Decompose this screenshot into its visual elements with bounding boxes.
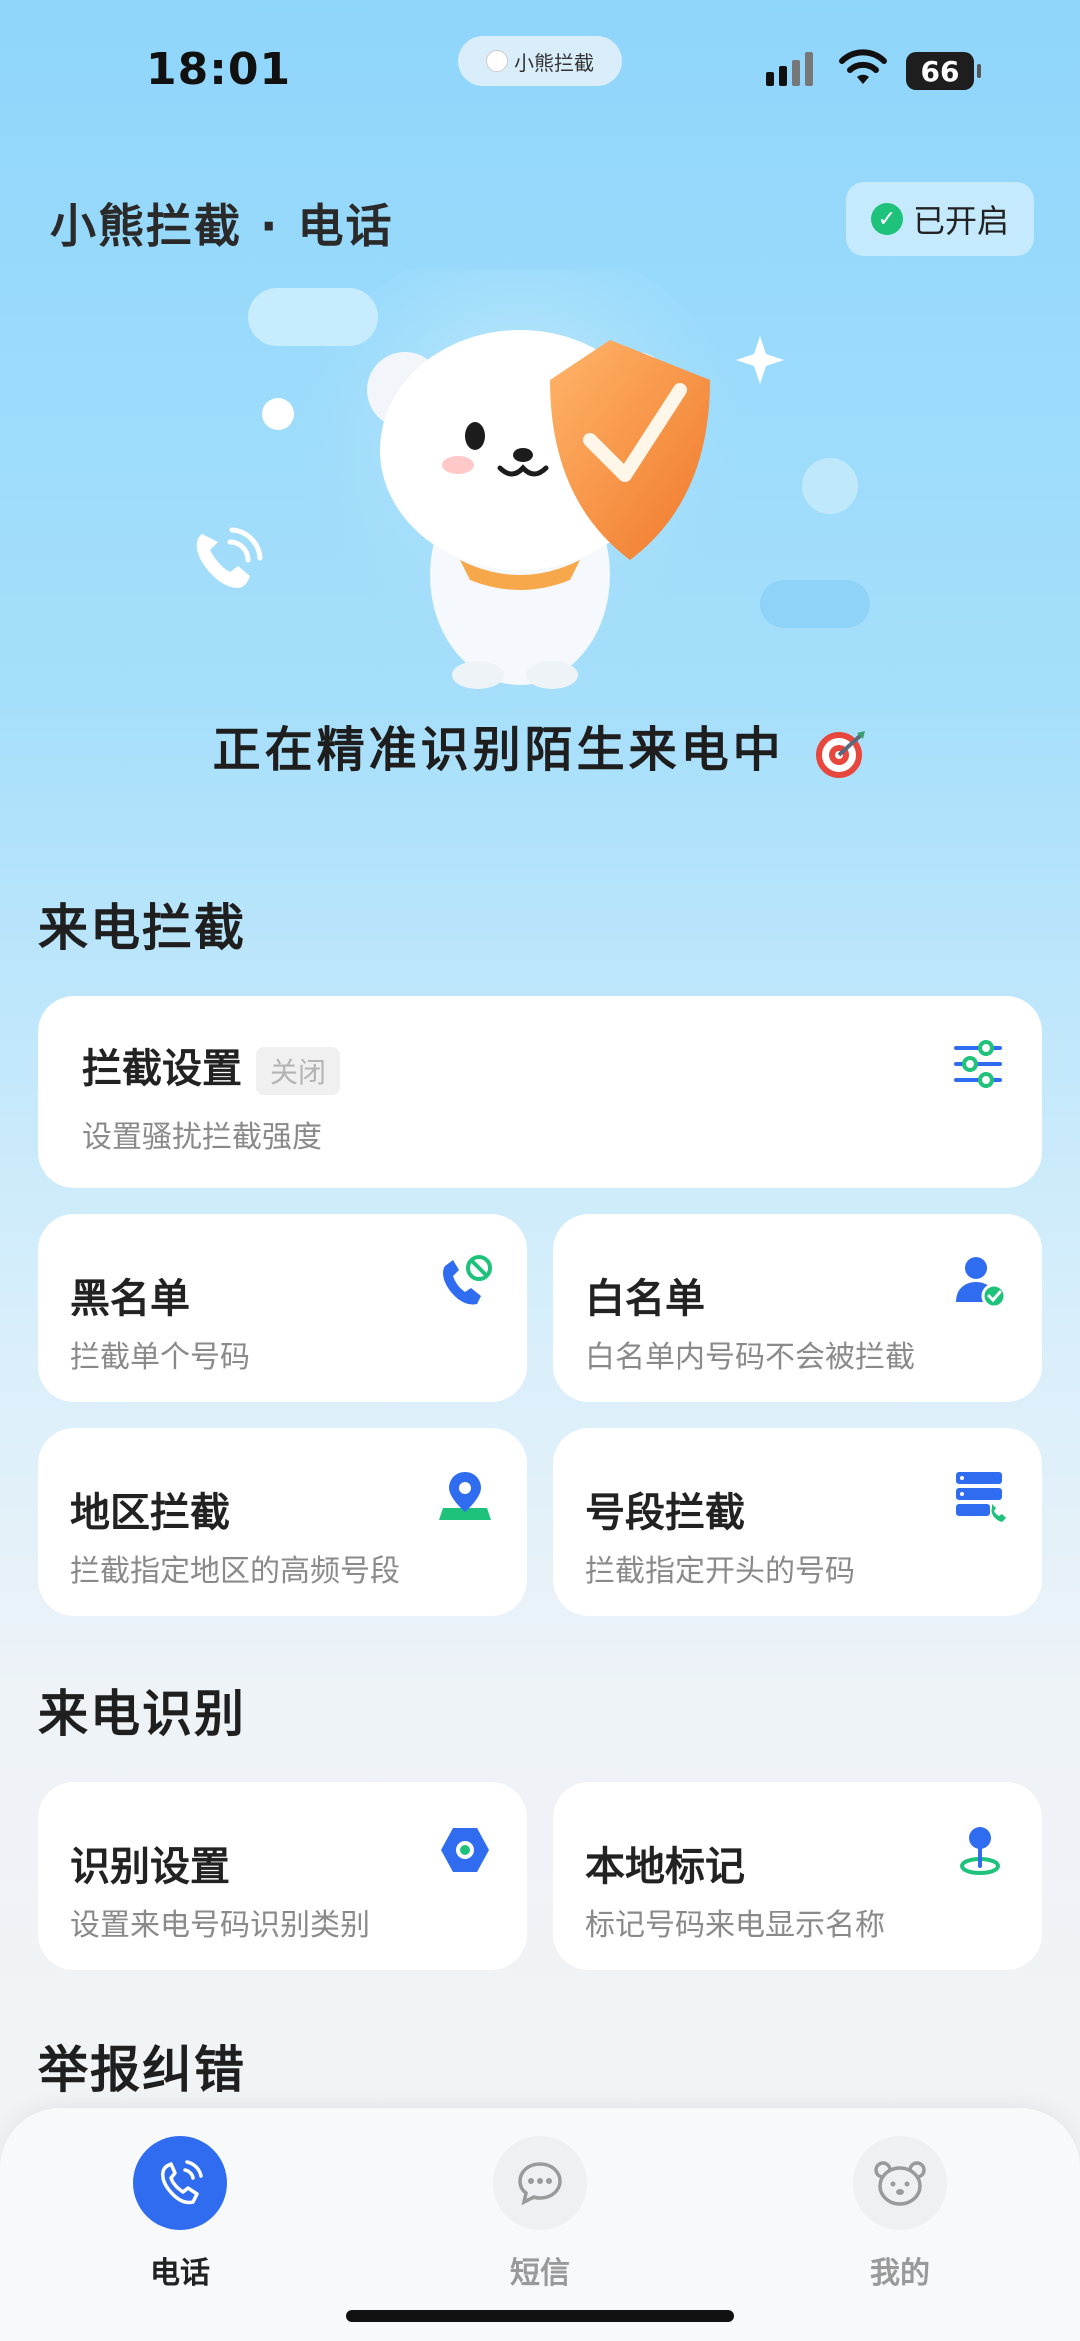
identify-settings-subtitle: 设置来电号码识别类别 bbox=[70, 1908, 370, 1943]
hexagon-icon bbox=[441, 1828, 489, 1872]
block-settings-card[interactable]: 拦截设置 关闭 设置骚扰拦截强度 bbox=[38, 996, 1042, 1188]
battery-indicator: 66 bbox=[906, 52, 981, 90]
message-icon bbox=[493, 2136, 587, 2230]
bear-shield-illustration bbox=[196, 270, 870, 690]
section-heading-report: 举报纠错 bbox=[38, 2041, 246, 2099]
block-settings-subtitle: 设置骚扰拦截强度 bbox=[82, 1120, 322, 1155]
block-settings-status-tag: 关闭 bbox=[256, 1047, 341, 1095]
cellular-signal-icon bbox=[766, 52, 813, 86]
scanning-status-message: 正在精准识别陌生来电中 bbox=[0, 710, 1080, 780]
map-marker-icon bbox=[960, 1827, 1000, 1875]
block-settings-title: 拦截设置 bbox=[82, 1046, 242, 1092]
local-mark-card[interactable]: 本地标记 标记号码来电显示名称 bbox=[553, 1782, 1042, 1970]
section-heading-call-block: 来电拦截 bbox=[38, 899, 246, 957]
tab-phone[interactable]: 电话 bbox=[80, 2136, 280, 2292]
bear-icon bbox=[853, 2136, 947, 2230]
identify-settings-title: 识别设置 bbox=[70, 1844, 230, 1890]
status-badge[interactable]: ✓ 已开启 bbox=[846, 182, 1034, 256]
tab-profile-label: 我的 bbox=[870, 2256, 930, 2291]
prefix-block-subtitle: 拦截指定开头的号码 bbox=[585, 1554, 855, 1589]
phone-block-icon bbox=[443, 1255, 492, 1305]
status-badge-label: 已开启 bbox=[912, 202, 1009, 240]
whitelist-subtitle: 白名单内号码不会被拦截 bbox=[585, 1340, 915, 1375]
section-heading-call-identify: 来电识别 bbox=[38, 1685, 246, 1743]
phone-icon bbox=[133, 2136, 227, 2230]
card-title-wrapper: 拦截设置 关闭 bbox=[82, 1036, 341, 1095]
whitelist-title: 白名单 bbox=[585, 1276, 705, 1322]
page-title: 小熊拦截 · 电话 bbox=[50, 199, 394, 253]
number-range-icon bbox=[956, 1472, 1006, 1522]
wifi-icon bbox=[839, 49, 887, 84]
tab-phone-label: 电话 bbox=[150, 2256, 210, 2291]
user-check-icon bbox=[956, 1257, 1007, 1309]
local-mark-subtitle: 标记号码来电显示名称 bbox=[585, 1908, 885, 1943]
whitelist-card[interactable]: 白名单 白名单内号码不会被拦截 bbox=[553, 1214, 1042, 1402]
status-time: 18:01 bbox=[146, 44, 292, 95]
home-indicator[interactable] bbox=[346, 2310, 734, 2322]
tab-profile[interactable]: 我的 bbox=[800, 2136, 1000, 2292]
region-block-title: 地区拦截 bbox=[70, 1490, 230, 1536]
bear-face-icon bbox=[486, 50, 508, 72]
blacklist-subtitle: 拦截单个号码 bbox=[70, 1340, 250, 1375]
sliders-icon bbox=[954, 1040, 1002, 1088]
check-circle-icon: ✓ bbox=[870, 203, 903, 235]
prefix-block-card[interactable]: 号段拦截 拦截指定开头的号码 bbox=[553, 1428, 1042, 1616]
identify-settings-card[interactable]: 识别设置 设置来电号码识别类别 bbox=[38, 1782, 527, 1970]
blacklist-card[interactable]: 黑名单 拦截单个号码 bbox=[38, 1214, 527, 1402]
prefix-block-title: 号段拦截 bbox=[585, 1490, 745, 1536]
pill-label: 小熊拦截 bbox=[514, 50, 594, 75]
tab-messages[interactable]: 短信 bbox=[440, 2136, 640, 2292]
local-mark-title: 本地标记 bbox=[585, 1844, 745, 1890]
blacklist-title: 黑名单 bbox=[70, 1276, 190, 1322]
location-pin-icon bbox=[439, 1472, 491, 1520]
tab-messages-label: 短信 bbox=[510, 2256, 570, 2291]
region-block-card[interactable]: 地区拦截 拦截指定地区的高频号段 bbox=[38, 1428, 527, 1616]
dynamic-island-pill[interactable]: 小熊拦截 bbox=[458, 36, 622, 86]
region-block-subtitle: 拦截指定地区的高频号段 bbox=[70, 1554, 400, 1589]
target-icon bbox=[816, 731, 866, 778]
